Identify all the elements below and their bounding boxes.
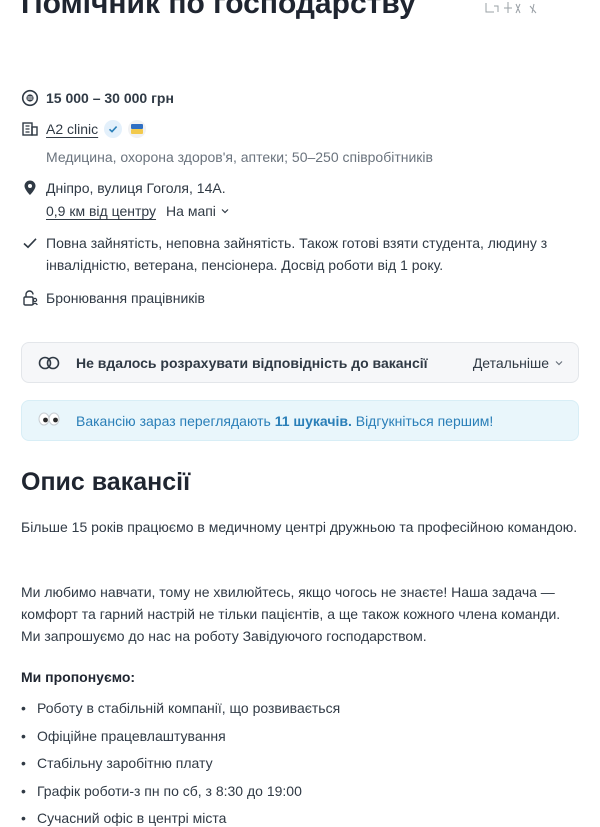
map-label: На мапі: [166, 203, 216, 219]
description-paragraph-1: Більше 15 років працюємо в медичному цен…: [21, 519, 578, 535]
salary-row: 15 000 – 30 000 грн: [21, 87, 174, 109]
viewers-text: Вакансію зараз переглядають 11 шукачів. …: [76, 413, 493, 429]
checkmark-icon: [21, 234, 39, 252]
list-item-text: Стабільну заробітню плату: [37, 755, 213, 771]
address-text: Дніпро, вулиця Гоголя, 14А.: [46, 180, 226, 196]
chevron-down-icon: [221, 209, 229, 214]
match-banner: Не вдалось розрахувати відповідність до …: [21, 342, 579, 383]
reservation-row: Бронювання працівників: [21, 287, 205, 309]
distance-row: 0,9 км від центру На мапі: [46, 200, 230, 222]
company-row: A2 clinic: [21, 118, 147, 140]
list-item: • Сучасний офіс в центрі міста: [21, 807, 340, 827]
employment-row: Повна зайнятість, неповна зайнятість. Та…: [21, 232, 581, 276]
company-logo: [484, 0, 544, 16]
list-item-text: Сучасний офіс в центрі міста: [37, 810, 227, 826]
chevron-down-icon: [555, 360, 563, 365]
match-text: Не вдалось розрахувати відповідність до …: [76, 354, 428, 371]
job-title: Помічник по господарству: [21, 0, 416, 20]
details-label: Детальніше: [472, 354, 549, 371]
list-item-text: Офіційне працевлаштування: [37, 727, 226, 744]
money-icon: [21, 89, 39, 107]
description-paragraph-2: Ми любимо навчати, тому не хвилюйтесь, я…: [21, 584, 561, 644]
salary-text: 15 000 – 30 000 грн: [46, 90, 174, 106]
offers-list: • Роботу в стабільній компанії, що розвив…: [21, 697, 340, 827]
eyes-icon: [38, 412, 60, 430]
building-icon: [21, 120, 39, 138]
company-industry: Медицина, охорона здоров'я, аптеки; 50–2…: [46, 149, 433, 165]
location-row: Дніпро, вулиця Гоголя, 14А.: [21, 177, 226, 199]
viewers-count: 11 шукачів.: [274, 412, 352, 429]
lock-person-icon: [21, 289, 39, 307]
offers-heading: Ми пропонуємо:: [21, 669, 136, 685]
details-toggle[interactable]: Детальніше: [473, 355, 564, 371]
list-item: • Роботу в стабільній компанії, що розвив…: [21, 697, 340, 725]
list-item: • Графік роботи-з пн по сб, з 8:30 до 19:…: [21, 780, 340, 808]
company-link[interactable]: A2 clinic: [46, 118, 98, 140]
list-item-text: Графік роботи-з пн по сб, з 8:30 до 19:0…: [37, 782, 302, 799]
viewers-prefix: Вакансію зараз переглядають: [76, 412, 275, 429]
list-item: • Стабільну заробітню плату: [21, 752, 340, 780]
viewers-banner: Вакансію зараз переглядають 11 шукачів. …: [21, 400, 579, 441]
employment-text: Повна зайнятість, неповна зайнятість. Та…: [46, 235, 548, 273]
location-pin-icon: [21, 179, 39, 197]
match-circles-icon: [38, 356, 60, 370]
verified-check-icon: [104, 120, 123, 138]
description-heading: Опис вакансії: [21, 468, 191, 496]
list-item: • Офіційне працевлаштування: [21, 725, 340, 753]
ukraine-flag-icon: [128, 120, 147, 138]
list-item-text: Роботу в стабільній компанії, що розвива…: [37, 700, 341, 716]
distance-link[interactable]: 0,9 км від центру: [46, 200, 156, 222]
reservation-text: Бронювання працівників: [46, 290, 205, 306]
map-toggle[interactable]: На мапі: [166, 200, 230, 222]
viewers-cta: Відгукніться першим!: [351, 412, 494, 429]
